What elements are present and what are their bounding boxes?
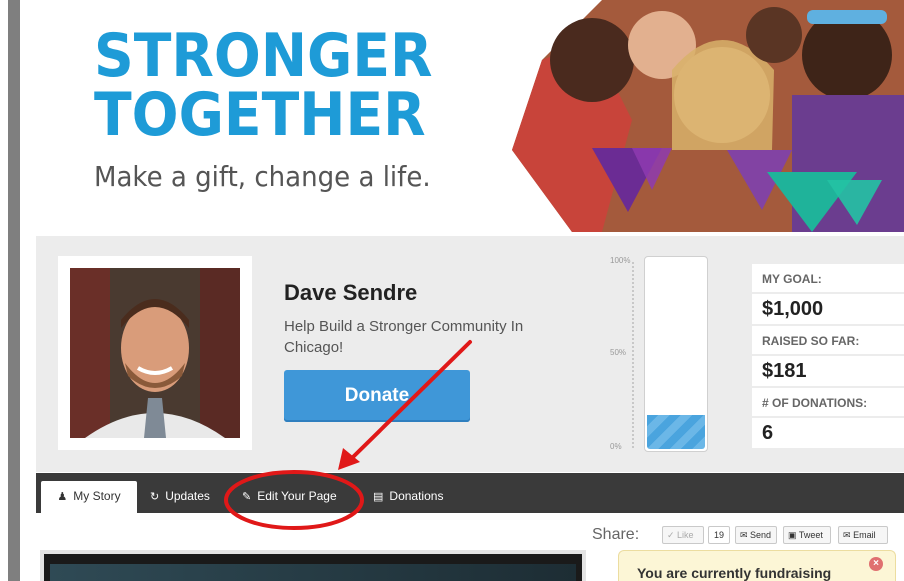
donations-count-label: # OF DONATIONS: — [752, 388, 904, 416]
goal-label: MY GOAL: — [752, 264, 904, 292]
like-button[interactable]: ✓ Like — [662, 526, 704, 544]
send-button[interactable]: ✉ Send — [735, 526, 777, 544]
story-video[interactable] — [40, 550, 586, 581]
progress-thermometer — [644, 256, 708, 452]
tab-bar: ♟ My Story ↻ Updates ✎ Edit Your Page ▤ Dona… — [36, 473, 904, 513]
logo-line-1: STRONGER — [94, 21, 433, 91]
like-count: 19 — [708, 526, 730, 544]
goal-value: $1,000 — [752, 294, 904, 324]
tick-100: 100% — [610, 256, 631, 265]
thermometer-scale: 100% 50% 0% — [610, 256, 640, 456]
mail-icon: ✉ — [843, 530, 851, 540]
tab-edit-your-page[interactable]: ✎ Edit Your Page — [242, 481, 337, 513]
banner-children-photo — [512, 0, 904, 232]
list-icon: ▤ — [373, 491, 384, 503]
close-icon[interactable]: × — [869, 557, 883, 571]
video-frame — [50, 564, 576, 581]
raised-value: $181 — [752, 356, 904, 386]
raised-label: RAISED SO FAR: — [752, 326, 904, 354]
donate-button[interactable]: Donate — [284, 370, 470, 422]
tab-label: Updates — [165, 489, 210, 503]
tagline: Make a gift, change a life. — [94, 160, 431, 193]
left-border — [8, 0, 20, 581]
fundraiser-description: Help Build a Stronger Community In Chica… — [284, 318, 524, 356]
tab-updates[interactable]: ↻ Updates — [150, 481, 210, 513]
tweet-label: Tweet — [798, 530, 823, 540]
tick-50: 50% — [610, 348, 627, 357]
avatar-frame — [58, 256, 252, 450]
send-label: Send — [750, 530, 772, 540]
tab-donations[interactable]: ▤ Donations — [373, 481, 443, 513]
tick-0: 0% — [610, 442, 622, 451]
fundraiser-card: Dave Sendre Help Build a Stronger Commun… — [36, 236, 904, 472]
refresh-icon: ↻ — [150, 491, 160, 503]
donations-count-value: 6 — [752, 418, 904, 448]
tab-label: My Story — [73, 489, 121, 503]
twitter-icon: ▣ — [788, 530, 797, 540]
fundraising-notice: You are currently fundraising × — [618, 550, 896, 581]
tab-label: Edit Your Page — [257, 489, 337, 503]
stats-panel: MY GOAL: $1,000 RAISED SO FAR: $181 # OF… — [752, 264, 904, 450]
tweet-button[interactable]: ▣ Tweet — [783, 526, 831, 544]
tab-my-story[interactable]: ♟ My Story — [41, 481, 137, 513]
progress-fill — [647, 415, 705, 449]
email-button[interactable]: ✉ Email — [838, 526, 888, 544]
tab-label: Donations — [389, 489, 444, 503]
share-label: Share: — [592, 526, 640, 543]
email-label: Email — [853, 530, 876, 540]
avatar — [70, 268, 240, 438]
banner: STRONGER TOGETHER Make a gift, change a … — [20, 0, 904, 232]
edit-icon: ✎ — [242, 491, 252, 503]
user-icon: ♟ — [57, 491, 68, 503]
like-label: Like — [677, 530, 694, 540]
notice-text: You are currently fundraising — [637, 565, 832, 581]
fundraiser-name: Dave Sendre — [284, 280, 418, 305]
logo-line-2: TOGETHER — [94, 80, 426, 150]
scale-dots — [632, 262, 634, 448]
